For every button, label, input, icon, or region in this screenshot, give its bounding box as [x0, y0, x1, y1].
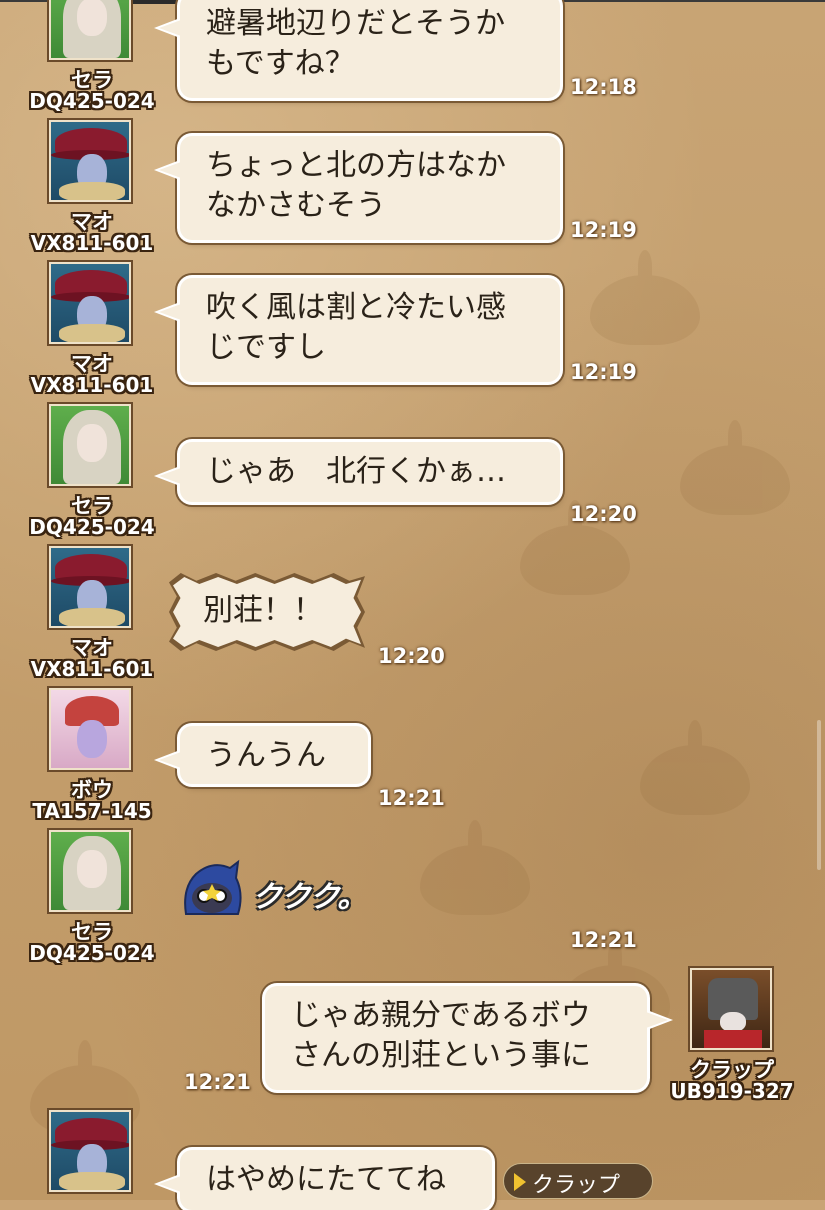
- message-bubble: うんうん: [154, 726, 368, 784]
- message-time: 12:19: [570, 218, 637, 242]
- message-time: 12:20: [378, 644, 445, 668]
- avatar-sera[interactable]: [49, 830, 131, 912]
- slime-watermark-icon: [640, 720, 750, 815]
- avatar-sera[interactable]: [49, 404, 131, 486]
- stamp-text: ククク。: [252, 880, 368, 915]
- avatar-mao[interactable]: [49, 120, 131, 202]
- speaker-id: VX811-601: [30, 231, 154, 255]
- avatar-bou[interactable]: [49, 688, 131, 770]
- message-bubble: 吹く風は割と冷たい感 じですし: [154, 278, 560, 382]
- speaker-id: TA157-145: [32, 799, 152, 823]
- speaker-id: DQ425-024: [29, 89, 155, 113]
- hooded-character-stamp-icon: [184, 859, 242, 915]
- message-time: 12:21: [184, 1070, 251, 1094]
- shout-bubble: 別荘！！: [173, 577, 361, 647]
- message-bubble: 避暑地辺りだとそうか もですね？: [154, 0, 560, 98]
- message-bubble: ちょっと北の方はなか なかさむそう: [154, 136, 560, 240]
- message-time: 12:21: [570, 928, 637, 952]
- speaker-name-tag[interactable]: クラップ: [503, 1163, 653, 1199]
- message-time: 12:19: [570, 360, 637, 384]
- speaker-id: DQ425-024: [29, 941, 155, 965]
- slime-watermark-icon: [590, 250, 700, 345]
- avatar-mao[interactable]: [49, 1110, 131, 1192]
- message-time: 12:18: [570, 75, 637, 99]
- message-bubble: はやめにたててね: [154, 1150, 492, 1210]
- slime-watermark-icon: [680, 420, 790, 515]
- message-bubble: じゃあ親分であるボウ さんの別荘という事に: [265, 986, 673, 1090]
- speaker-id: VX811-601: [30, 657, 154, 681]
- avatar-sera[interactable]: [49, 0, 131, 60]
- message-time: 12:21: [378, 786, 445, 810]
- message-bubble: じゃあ 北行くかぁ…: [154, 442, 560, 502]
- avatar-mao[interactable]: [49, 262, 131, 344]
- message-time: 12:20: [570, 502, 637, 526]
- name-tag-label: クラップ: [532, 1173, 621, 1198]
- scrollbar[interactable]: [817, 720, 821, 870]
- play-triangle-icon: [514, 1173, 526, 1191]
- speaker-id: DQ425-024: [29, 515, 155, 539]
- speaker-id: UB919-327: [670, 1079, 794, 1103]
- speaker-id: VX811-601: [30, 373, 154, 397]
- avatar-mao[interactable]: [49, 546, 131, 628]
- avatar-clap[interactable]: [690, 968, 772, 1050]
- slime-watermark-icon: [420, 820, 530, 915]
